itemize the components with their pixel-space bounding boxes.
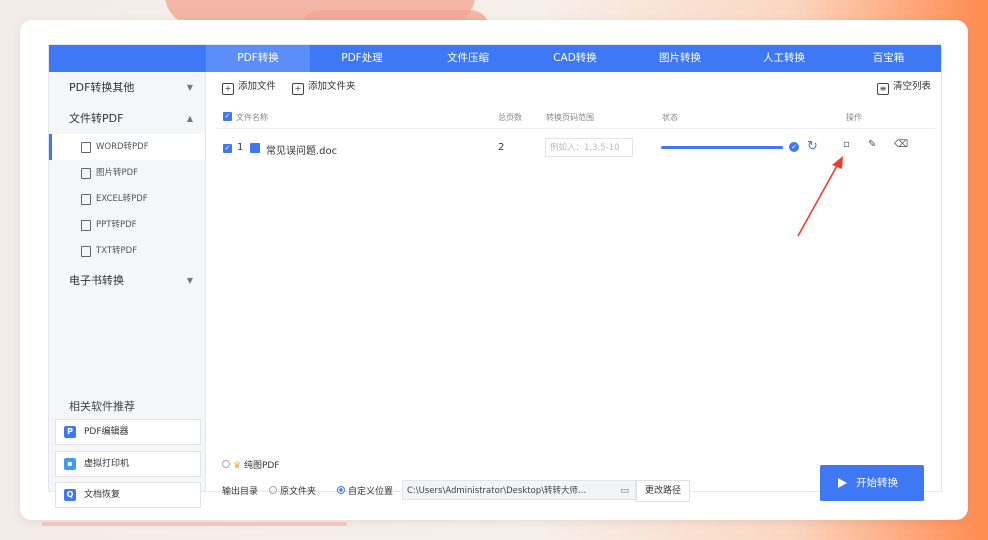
- start-convert-button[interactable]: 开始转换: [820, 465, 924, 501]
- chevron-down-icon: ▼: [186, 276, 193, 285]
- recommend-doc-recovery[interactable]: Q 文档恢复: [55, 482, 201, 508]
- tab-pdf-process[interactable]: PDF处理: [310, 45, 414, 72]
- pure-image-radio[interactable]: [222, 460, 230, 468]
- sidebar-category-label: 文件转PDF: [69, 112, 124, 125]
- play-icon: [838, 478, 847, 488]
- recommend-label: 文档恢复: [84, 490, 121, 500]
- output-path-text: C:\Users\Administrator\Desktop\转转大师...: [407, 486, 587, 496]
- sidebar-item-label: TXT转PDF: [96, 246, 138, 256]
- tab-pdf-convert[interactable]: PDF转换: [206, 45, 310, 72]
- image-file-icon: [81, 168, 91, 179]
- sidebar-item-ppt-to-pdf[interactable]: PPT转PDF: [49, 212, 205, 238]
- tab-image-convert[interactable]: 图片转换: [628, 45, 732, 72]
- sidebar-item-txt-to-pdf[interactable]: TXT转PDF: [49, 238, 205, 264]
- crown-icon: ♛: [233, 461, 242, 471]
- sidebar-category-ebook-convert[interactable]: 电子书转换 ▼: [49, 266, 205, 296]
- sidebar-item-label: WORD转PDF: [96, 142, 149, 152]
- recommend-pdf-editor[interactable]: P PDF编辑器: [55, 419, 201, 445]
- original-folder-label: 原文件夹: [280, 487, 317, 497]
- output-original-folder-option[interactable]: 原文件夹: [269, 484, 316, 497]
- background-decoration: [42, 522, 347, 526]
- tab-cad-convert[interactable]: CAD转换: [522, 45, 628, 72]
- start-convert-label: 开始转换: [856, 477, 898, 489]
- annotation-arrow: [797, 156, 843, 237]
- excel-file-icon: [81, 194, 91, 205]
- chevron-down-icon: ▼: [186, 83, 193, 92]
- sidebar: PDF转换其他 ▼ 文件转PDF ▲ WORD转PDF 图片转PDF EXCEL…: [49, 72, 206, 508]
- sidebar-category-label: PDF转换其他: [69, 81, 135, 94]
- ppt-file-icon: [81, 220, 91, 231]
- sidebar-item-label: EXCEL转PDF: [96, 194, 148, 204]
- sidebar-item-excel-to-pdf[interactable]: EXCEL转PDF: [49, 186, 205, 212]
- chevron-up-icon: ▲: [186, 114, 193, 123]
- pdf-editor-icon: P: [64, 426, 76, 438]
- original-folder-radio[interactable]: [269, 486, 277, 494]
- sidebar-category-file-to-pdf[interactable]: 文件转PDF ▲: [49, 104, 205, 134]
- recovery-icon: Q: [64, 489, 76, 501]
- sidebar-item-label: PPT转PDF: [96, 220, 137, 230]
- word-file-icon: [81, 142, 91, 153]
- recommend-label: 虚拟打印机: [84, 459, 130, 469]
- output-path-field[interactable]: C:\Users\Administrator\Desktop\转转大师... ▭: [402, 480, 636, 500]
- tab-file-compress[interactable]: 文件压缩: [414, 45, 522, 72]
- sidebar-item-word-to-pdf[interactable]: WORD转PDF: [49, 134, 205, 160]
- change-path-button[interactable]: 更改路径: [636, 480, 690, 502]
- sidebar-item-label: 图片转PDF: [96, 168, 139, 178]
- recommend-label: PDF编辑器: [84, 427, 129, 437]
- pure-image-label: 纯图PDF: [243, 461, 280, 471]
- sidebar-category-pdf-to-other[interactable]: PDF转换其他 ▼: [49, 73, 205, 103]
- bottom-options: ♛ 纯图PDF 输出目录 原文件夹 自定义位置 C:\Users\Adminis…: [206, 452, 941, 502]
- converter-app-window: PDF转换 PDF处理 文件压缩 CAD转换 图片转换 人工转换 百宝箱 PDF…: [48, 44, 942, 508]
- custom-location-radio[interactable]: [337, 486, 345, 494]
- sidebar-item-image-to-pdf[interactable]: 图片转PDF: [49, 160, 205, 186]
- recommend-title: 相关软件推荐: [69, 400, 135, 413]
- tab-toolbox[interactable]: 百宝箱: [836, 45, 941, 72]
- printer-icon: ▪: [64, 458, 76, 470]
- output-custom-location-option[interactable]: 自定义位置: [337, 484, 393, 497]
- pure-image-pdf-option[interactable]: ♛ 纯图PDF: [222, 458, 280, 471]
- main-panel: + 添加文件 + 添加文件夹 ≡ 清空列表 ✓ 文件名称 总页数 转换页码范围 状态 …: [206, 72, 941, 502]
- output-dir-label: 输出目录: [222, 487, 259, 497]
- sidebar-category-label: 电子书转换: [69, 274, 124, 287]
- tab-manual-convert[interactable]: 人工转换: [732, 45, 836, 72]
- custom-location-label: 自定义位置: [348, 487, 394, 497]
- top-navigation: PDF转换 PDF处理 文件压缩 CAD转换 图片转换 人工转换 百宝箱: [49, 45, 941, 72]
- txt-file-icon: [81, 246, 91, 257]
- folder-icon[interactable]: ▭: [620, 481, 629, 501]
- recommend-virtual-printer[interactable]: ▪ 虚拟打印机: [55, 451, 201, 477]
